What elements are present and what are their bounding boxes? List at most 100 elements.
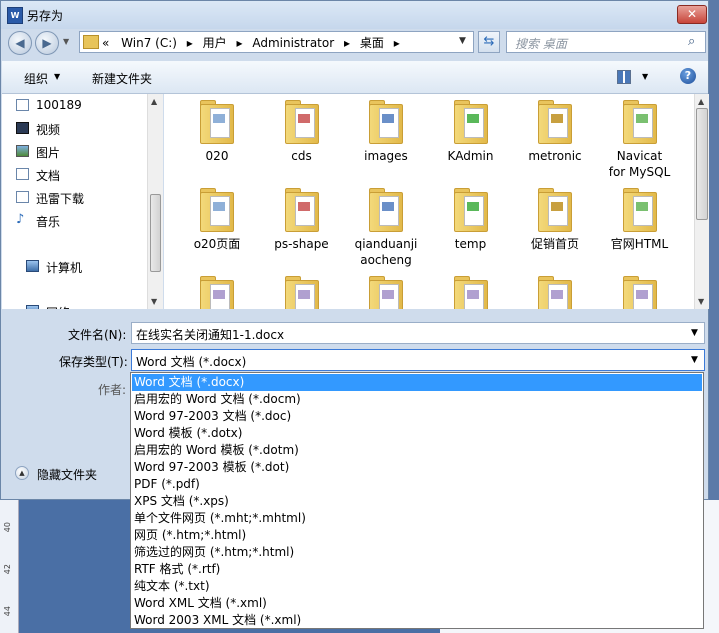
scrollbar-thumb[interactable] <box>696 108 708 220</box>
word-icon: W <box>7 7 23 24</box>
chevron-down-icon[interactable]: ▼ <box>691 355 698 365</box>
folder-icon <box>369 100 403 144</box>
breadcrumb-desktop[interactable]: 桌面 <box>360 36 384 50</box>
folder-icon <box>200 100 234 144</box>
address-dropdown-icon[interactable]: ▼ <box>459 36 466 46</box>
filetype-option[interactable]: Word 模板 (*.dotx) <box>132 425 702 442</box>
filetype-option[interactable]: Word 97-2003 模板 (*.dot) <box>132 459 702 476</box>
filetype-option[interactable]: RTF 格式 (*.rtf) <box>132 561 702 578</box>
sidebar-item-videos[interactable]: 视频 <box>16 121 60 138</box>
folder-icon <box>369 276 403 309</box>
filename-input[interactable]: 在线实名关闭通知1-1.docx ▼ <box>131 322 705 344</box>
breadcrumb-overflow[interactable]: « <box>102 36 109 50</box>
list-item[interactable]: temp <box>429 182 513 252</box>
close-button[interactable]: ✕ <box>677 5 707 24</box>
scroll-up-icon[interactable]: ▲ <box>698 97 704 106</box>
search-icon[interactable]: ⌕ <box>688 34 695 49</box>
list-item[interactable]: cds <box>260 94 344 164</box>
filetype-option[interactable]: 启用宏的 Word 模板 (*.dotm) <box>132 442 702 459</box>
sidebar-item-pictures[interactable]: 图片 <box>16 144 61 161</box>
search-input[interactable]: 搜索 桌面 ⌕ <box>506 31 706 53</box>
folder-icon <box>284 100 319 144</box>
sidebar-item-label: 计算机 <box>46 261 83 275</box>
file-name: 促销首页 <box>530 237 579 251</box>
vertical-ruler: 40 42 44 <box>0 500 19 633</box>
help-icon[interactable]: ? <box>680 68 696 84</box>
refresh-icon: ⇆ <box>483 34 495 49</box>
forward-button[interactable]: ▶ <box>35 31 59 55</box>
breadcrumb-separator[interactable]: ▸ <box>236 36 242 50</box>
network-icon <box>26 305 39 309</box>
sidebar-item-network[interactable]: 网络 <box>26 304 70 309</box>
chevron-down-icon[interactable]: ▼ <box>691 328 698 338</box>
list-item[interactable]: metronic <box>513 94 597 164</box>
scroll-up-icon[interactable]: ▲ <box>151 97 157 106</box>
file-name: o20页面 <box>193 237 241 251</box>
list-item[interactable]: ps-shape <box>260 182 344 252</box>
sidebar-item-downloads[interactable]: 迅雷下载 <box>16 190 85 207</box>
filetype-option[interactable]: PDF (*.pdf) <box>132 476 702 493</box>
back-button[interactable]: ◀ <box>8 31 32 55</box>
list-item[interactable]: o20页面 <box>175 182 259 252</box>
forward-arrow-icon: ▶ <box>42 36 52 50</box>
view-icon[interactable] <box>617 70 631 84</box>
new-folder-button[interactable]: 新建文件夹 <box>92 70 152 87</box>
breadcrumb-separator[interactable]: ▸ <box>187 36 193 50</box>
list-item[interactable] <box>598 270 682 309</box>
sidebar-item-label: 图片 <box>36 146 61 160</box>
breadcrumb-separator[interactable]: ▸ <box>344 36 350 50</box>
recent-locations-dropdown[interactable]: ▼ <box>63 37 69 46</box>
filetype-option[interactable]: 网页 (*.htm;*.html) <box>132 527 702 544</box>
scrollbar-thumb[interactable] <box>150 194 161 272</box>
filetype-option[interactable]: Word XML 文档 (*.xml) <box>132 595 702 612</box>
list-item[interactable]: Navicat for MySQL <box>598 94 682 180</box>
filetype-option[interactable]: XPS 文档 (*.xps) <box>132 493 702 510</box>
navigation-scrollbar[interactable]: ▲ ▼ <box>147 94 163 309</box>
filetype-option[interactable]: Word 文档 (*.docx) <box>132 374 702 391</box>
filetype-option[interactable]: Word 2003 XML 文档 (*.xml) <box>132 612 702 629</box>
breadcrumb-separator[interactable]: ▸ <box>394 36 400 50</box>
filetype-label: 保存类型(T): <box>59 355 128 369</box>
filename-value: 在线实名关闭通知1-1.docx <box>136 328 285 342</box>
sidebar-item-music[interactable]: ♪ 音乐 <box>16 213 60 230</box>
filetype-option[interactable]: 纯文本 (*.txt) <box>132 578 702 595</box>
list-item[interactable] <box>260 270 344 309</box>
folder-icon <box>83 35 99 49</box>
list-item[interactable]: 020 <box>175 94 259 164</box>
filetype-select[interactable]: Word 文档 (*.docx) ▼ <box>131 349 705 371</box>
list-item[interactable] <box>513 270 597 309</box>
breadcrumb-administrator[interactable]: Administrator <box>252 36 334 50</box>
download-icon <box>16 191 29 203</box>
sidebar-item-computer[interactable]: 计算机 <box>26 259 83 276</box>
list-item[interactable] <box>344 270 428 309</box>
chevron-up-icon: ▲ <box>15 466 29 480</box>
list-item[interactable] <box>175 270 259 309</box>
list-item[interactable]: qianduanji aocheng <box>344 182 428 268</box>
scroll-down-icon[interactable]: ▼ <box>151 297 157 306</box>
filetype-option[interactable]: 单个文件网页 (*.mht;*.mhtml) <box>132 510 702 527</box>
address-bar[interactable]: « Win7 (C:) ▸ 用户 ▸ Administrator ▸ 桌面 ▸ … <box>79 31 474 53</box>
sidebar-item-100189[interactable]: 100189 <box>16 98 82 112</box>
ruler-label: 42 <box>3 564 12 575</box>
scroll-down-icon[interactable]: ▼ <box>698 297 704 306</box>
list-item[interactable]: KAdmin <box>429 94 513 164</box>
file-list-scrollbar[interactable]: ▲ ▼ <box>694 94 709 309</box>
document-icon <box>16 168 29 180</box>
list-item[interactable]: 官网HTML <box>598 182 682 252</box>
list-item[interactable] <box>429 270 513 309</box>
file-name: temp <box>454 237 487 251</box>
filetype-option[interactable]: Word 97-2003 文档 (*.doc) <box>132 408 702 425</box>
breadcrumb-users[interactable]: 用户 <box>203 36 227 50</box>
chevron-down-icon[interactable]: ▼ <box>54 72 60 81</box>
filetype-option[interactable]: 筛选过的网页 (*.htm;*.html) <box>132 544 702 561</box>
list-item[interactable]: images <box>344 94 428 164</box>
sidebar-item-label: 迅雷下载 <box>36 192 85 206</box>
chevron-down-icon[interactable]: ▼ <box>642 72 648 81</box>
filename-label: 文件名(N): <box>68 328 127 342</box>
sidebar-item-documents[interactable]: 文档 <box>16 167 60 184</box>
refresh-button[interactable]: ⇆ <box>478 31 500 53</box>
organize-button[interactable]: 组织 <box>24 70 48 87</box>
breadcrumb-drive[interactable]: Win7 (C:) <box>121 36 177 50</box>
filetype-option[interactable]: 启用宏的 Word 文档 (*.docm) <box>132 391 702 408</box>
list-item[interactable]: 促销首页 <box>513 182 597 252</box>
